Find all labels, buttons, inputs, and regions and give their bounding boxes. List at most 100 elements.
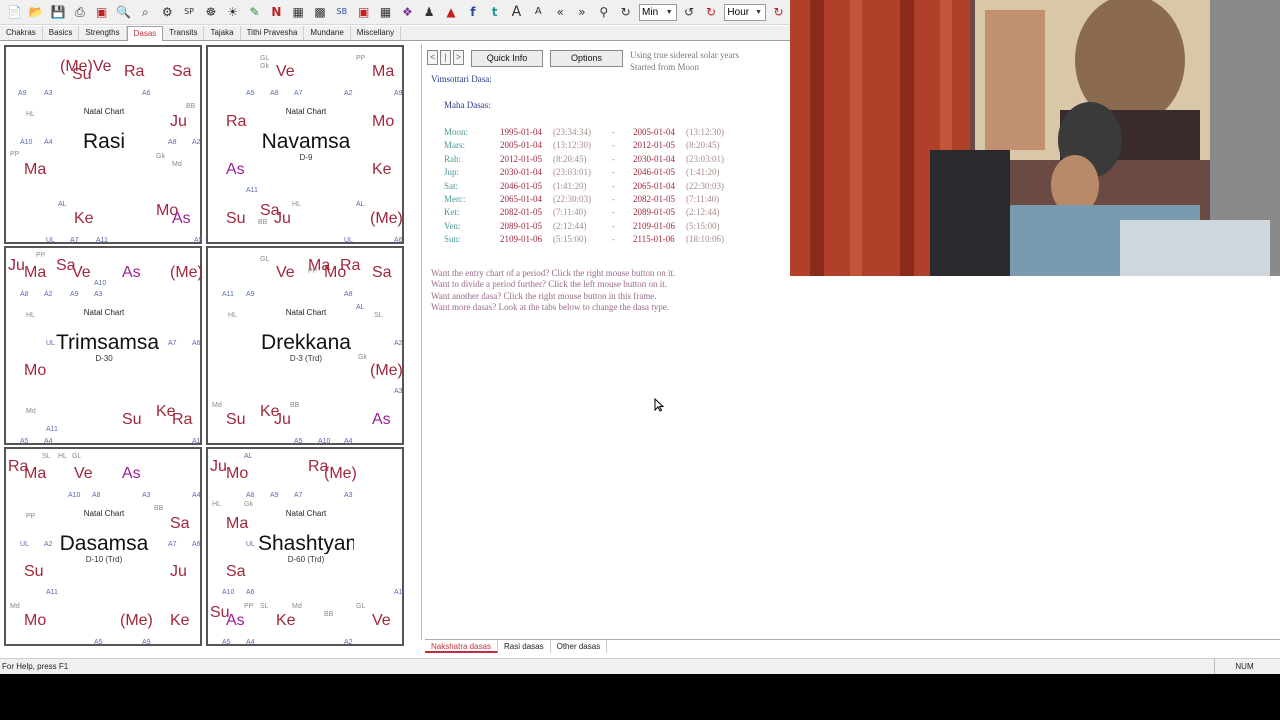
book-icon[interactable]: ❖ — [397, 2, 418, 22]
chart-trimsamsa[interactable]: Natal Chart Trimsamsa D-30 Ju Ma Sa Ve A… — [4, 246, 203, 445]
dasa-row[interactable]: Ket: 2082-01-05 (7:11:40) - 2089-01-05 (2:12:… — [425, 208, 755, 220]
chart-dasamsa[interactable]: Natal Chart Dasamsa D-10 (Trd) Ra Ma Ve … — [4, 447, 202, 646]
prev-button[interactable]: < — [427, 50, 438, 65]
tab-miscellany[interactable]: Miscellany — [351, 26, 402, 40]
options-button[interactable]: Options — [550, 50, 623, 67]
recycle-icon[interactable]: ↻ — [768, 2, 789, 22]
font-small-icon[interactable]: A — [528, 2, 549, 22]
tab-nakshatra-dasas[interactable]: Nakshatra dasas — [425, 640, 499, 653]
pencil-icon[interactable]: ✎ — [244, 2, 265, 22]
bulb-icon[interactable]: ⚲ — [593, 2, 614, 22]
pause-button[interactable]: | — [440, 50, 451, 65]
dasa-cell-end: 2005-01-04 — [633, 127, 675, 137]
square-icon[interactable]: ▣ — [353, 2, 374, 22]
dasa-row[interactable]: Mars: 2005-01-04 (13:12:30) - 2012-01-05 (8:2… — [425, 141, 755, 153]
sun-icon[interactable]: ☀ — [222, 2, 243, 22]
tab-mundane[interactable]: Mundane — [304, 26, 351, 40]
chart-rasi[interactable]: Natal Chart Rasi (Me)Ve Su Ra Sa Ju Ma K… — [4, 45, 203, 244]
house-tag: A4 — [192, 492, 201, 499]
house-tag: A5 — [294, 438, 303, 445]
fire-icon[interactable]: ▲ — [441, 2, 462, 22]
dasa-pane[interactable]: < | > Quick Info Options Using true side… — [425, 44, 790, 334]
house-tag: A11 — [96, 237, 108, 244]
dasa-cell-et: (5:15:00) — [686, 220, 720, 231]
save-icon[interactable]: 💾 — [48, 2, 69, 22]
new-file-icon[interactable]: 📄 — [4, 2, 25, 22]
twitter-icon[interactable]: t — [484, 2, 505, 22]
dasa-row[interactable]: Merc: 2065-01-04 (22:30:03) - 2082-01-05 (7:1… — [425, 195, 755, 207]
n-icon[interactable]: N — [266, 2, 287, 22]
tab-transits[interactable]: Transits — [163, 26, 205, 40]
dasa-row[interactable]: Sat: 2046-01-05 (1:41:20) - 2065-01-04 (22:30… — [425, 181, 755, 194]
dasa-row[interactable]: Sun: 2109-01-06 (5:15:00) - 2115-01-06 (18:10… — [425, 235, 755, 247]
forward-icon[interactable]: ↺ — [679, 2, 700, 22]
chart-natal-label: Natal Chart — [83, 509, 125, 518]
tab-basics[interactable]: Basics — [43, 26, 80, 40]
step-back-icon[interactable]: ↻ — [615, 2, 636, 22]
chart-navamsa[interactable]: Natal Chart Navamsa D-9 Ve Ma Ra Mo As K… — [206, 45, 404, 244]
planet-label: Mo — [226, 465, 249, 482]
next-button[interactable]: > — [453, 50, 464, 65]
house-tag: A5 — [20, 438, 29, 445]
planet-label: Sa — [226, 563, 246, 580]
house-tag: A3 — [344, 492, 353, 499]
facebook-icon[interactable]: f — [462, 2, 483, 22]
wheel-icon[interactable]: ☸ — [200, 2, 221, 22]
step-select[interactable]: Hour ▼ — [724, 3, 767, 21]
chart-shashtyamsa[interactable]: Natal Chart Shashtyamsa D-60 (Trd) Ju Mo… — [206, 447, 404, 646]
house-tag: BB — [186, 103, 196, 110]
planet-label: Ve — [276, 264, 295, 281]
open-folder-icon[interactable]: 📂 — [26, 2, 47, 22]
tab-tajaka[interactable]: Tajaka — [204, 26, 241, 40]
quick-info-button[interactable]: Quick Info — [471, 50, 543, 67]
tab-other-dasas[interactable]: Other dasas — [551, 640, 608, 653]
divisional-charts: Natal Chart Rasi (Me) Ve Su Ra Sa Ju Ma K… — [4, 45, 405, 647]
tab-dasas[interactable]: Dasas — [126, 26, 164, 41]
dasa-row[interactable]: Ven: 2089-01-05 (2:12:44) - 2109-01-06 (5:15:… — [425, 220, 755, 234]
house-tag: A2 — [192, 139, 201, 146]
dasa-row[interactable]: Rah: 2012-01-05 (8:20:45) - 2030-01-04 (23:03… — [425, 154, 755, 167]
prev-icon[interactable]: « — [550, 2, 571, 22]
house-tag: A7 — [168, 541, 177, 548]
tab-chakras[interactable]: Chakras — [0, 26, 43, 40]
calendar-icon[interactable]: ▦ — [375, 2, 396, 22]
planet-label: Ju — [274, 210, 291, 227]
refresh-icon[interactable]: ↻ — [701, 2, 722, 22]
dasa-info-years: Using true sidereal solar years — [630, 50, 739, 60]
print-icon[interactable]: ⎙ — [69, 2, 90, 22]
zoom-icon[interactable]: ⌕ — [135, 2, 156, 22]
chart-icon[interactable]: ▣ — [91, 2, 112, 22]
tab-tithi-pravesha[interactable]: Tithi Pravesha — [241, 26, 305, 40]
pane-splitter[interactable] — [421, 44, 422, 640]
planet-label: Su — [122, 411, 142, 428]
house-tag: A4 — [246, 639, 255, 646]
dasa-row[interactable]: Jup: 2030-01-04 (23:03:01) - 2046-01-05 (1:41… — [425, 168, 755, 180]
sb-icon[interactable]: SB — [331, 2, 352, 22]
house-tag: BB — [324, 611, 334, 618]
settings-icon[interactable]: ⚙ — [157, 2, 178, 22]
chart-drekkana[interactable]: Natal Chart Drekkana D-3 (Trd) Ve Ma Ra … — [206, 246, 404, 445]
tab-rasi-dasas[interactable]: Rasi dasas — [498, 640, 551, 653]
tab-strengths[interactable]: Strengths — [79, 26, 127, 40]
dasa-cell-end: 2082-01-05 — [633, 194, 675, 204]
house-tag: AL — [244, 453, 253, 460]
search-data-icon[interactable]: 🔍 — [113, 2, 134, 22]
house-tag: A6 — [142, 90, 151, 97]
dasa-cell-start: 2030-01-04 — [500, 167, 542, 178]
sp-kh-icon[interactable]: SP — [179, 2, 200, 22]
unit-select[interactable]: Min ▼ — [639, 3, 677, 21]
table-icon[interactable]: ▩ — [310, 2, 331, 22]
house-tag: HL — [26, 111, 35, 118]
house-tag: A4 — [44, 139, 53, 146]
planet-label: Su — [72, 66, 92, 83]
planet-label: Mo — [372, 113, 395, 130]
house-tag: PP — [308, 268, 318, 275]
font-large-icon[interactable]: A — [506, 2, 527, 22]
dasa-cell-end: 2089-01-05 — [633, 207, 675, 218]
people-icon[interactable]: ♟ — [419, 2, 440, 22]
chart-subtitle: D-9 — [299, 153, 313, 162]
house-tag: BB — [154, 505, 164, 512]
next-icon[interactable]: » — [572, 2, 593, 22]
dasa-row[interactable]: Moon: 1995-01-04 (23:34:34) - 2005-01-04 (13:… — [425, 128, 755, 140]
grid-icon[interactable]: ▦ — [288, 2, 309, 22]
